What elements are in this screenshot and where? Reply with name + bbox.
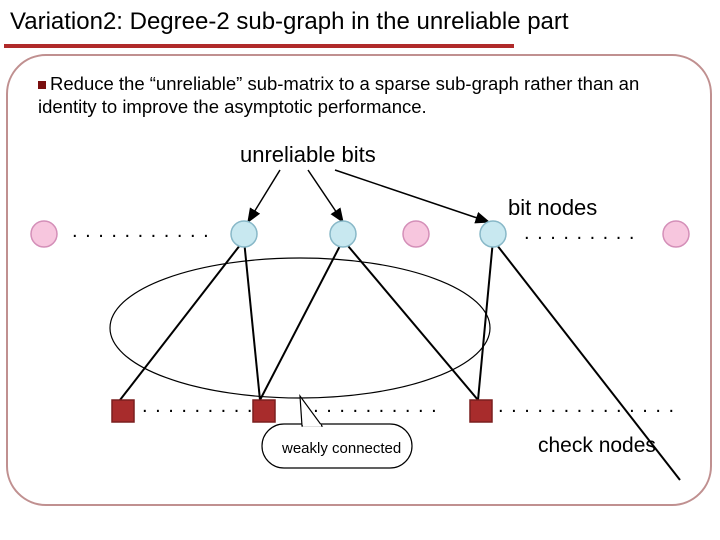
bit-node-1: [231, 221, 257, 247]
edge-5: [493, 240, 680, 480]
arrow-1: [308, 170, 343, 222]
edge-4: [478, 240, 493, 400]
check-node-1: [253, 400, 275, 422]
speech-bubble-tail: [300, 396, 322, 426]
check-node-0: [112, 400, 134, 422]
edge-1: [244, 240, 260, 400]
bit-node-5: [663, 221, 689, 247]
bit-node-2: [330, 221, 356, 247]
bit-node-4: [480, 221, 506, 247]
edge-3: [343, 240, 478, 400]
arrow-2: [335, 170, 489, 222]
bit-node-0: [31, 221, 57, 247]
bit-node-3: [403, 221, 429, 247]
diagram-svg: [0, 0, 720, 540]
edge-0: [120, 240, 244, 400]
edge-2: [260, 240, 343, 400]
check-node-2: [470, 400, 492, 422]
label-weakly-connected: weakly connected: [282, 440, 401, 457]
arrow-0: [248, 170, 280, 222]
slide: Variation2: Degree-2 sub-graph in the un…: [0, 0, 720, 540]
group-ellipse: [110, 258, 490, 398]
